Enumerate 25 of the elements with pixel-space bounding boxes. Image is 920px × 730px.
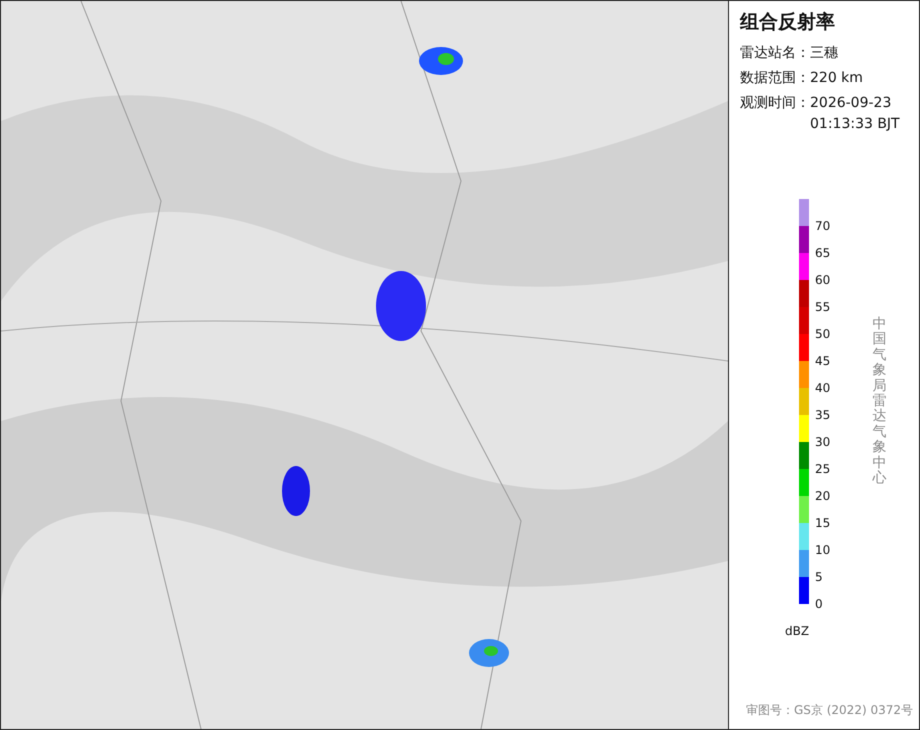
field-label: 观测时间：	[740, 94, 810, 113]
legend-label: 40	[815, 382, 830, 394]
legend-label: 10	[815, 544, 830, 556]
legend-label: 45	[815, 355, 830, 367]
field-value: 220 km	[810, 69, 864, 88]
legend-label: 65	[815, 247, 830, 259]
field-label: 数据范围：	[740, 69, 810, 88]
legend-label: 50	[815, 328, 830, 340]
legend-label: 70	[815, 220, 830, 232]
legend-label: 20	[815, 490, 830, 502]
legend-label: 55	[815, 301, 830, 313]
legend-label: 25	[815, 463, 830, 475]
legend-label: 5	[815, 571, 823, 583]
field-value: 2026-09-23 01:13:33 BJT	[810, 94, 901, 134]
legend-label: 0	[815, 598, 823, 610]
field-label: 雷达站名：	[740, 44, 810, 63]
legend-label: 60	[815, 274, 830, 286]
legend-unit: dBZ	[785, 624, 810, 638]
legend-label: 30	[815, 436, 830, 448]
legend-label: 35	[815, 409, 830, 421]
chart-title: 组合反射率	[740, 10, 836, 35]
approval-number: 审图号：GS京 (2022) 0372号	[746, 702, 914, 719]
source-label: 中国气象局雷达气象中心	[872, 317, 886, 486]
field-value: 三穗	[810, 44, 839, 63]
legend-label: 15	[815, 517, 830, 529]
